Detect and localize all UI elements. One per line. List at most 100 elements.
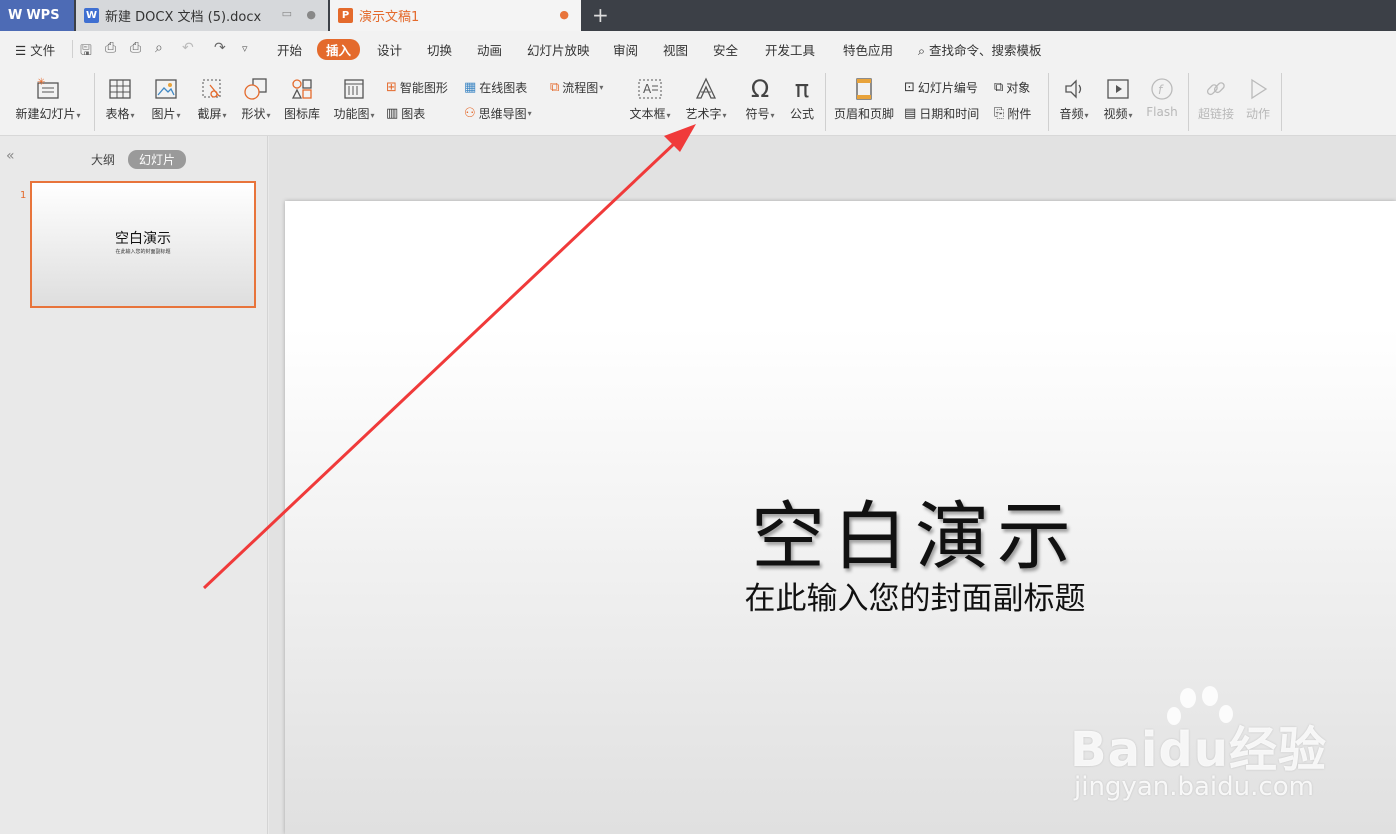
menu-design[interactable]: 设计 bbox=[377, 40, 402, 59]
flowchart-button[interactable]: ⧉ 流程图 ▾ bbox=[550, 79, 603, 96]
redo-icon[interactable]: ↷ bbox=[214, 40, 226, 56]
picture-icon bbox=[155, 79, 177, 99]
wordart-button[interactable]: 艺术字▾ bbox=[682, 77, 730, 122]
icon-library-button[interactable]: 图标库 bbox=[282, 77, 322, 122]
hyperlink-button[interactable]: 超链接 bbox=[1196, 77, 1236, 122]
textbox-icon: A bbox=[638, 79, 662, 99]
formula-label: 公式 bbox=[789, 107, 814, 121]
undo-icon[interactable]: ↶ bbox=[182, 40, 194, 56]
video-label: 视频 bbox=[1103, 107, 1128, 121]
chart-button[interactable]: ▥ 图表 bbox=[386, 105, 425, 122]
symbol-button[interactable]: Ω 符号▾ bbox=[740, 77, 780, 122]
menu-slideshow[interactable]: 幻灯片放映 bbox=[527, 40, 590, 59]
attachment-button[interactable]: ⎘ 附件 bbox=[994, 105, 1031, 122]
tab-wps-home[interactable]: W WPS bbox=[0, 0, 74, 31]
file-menu[interactable]: ☰ 文件 bbox=[15, 40, 55, 59]
insert-ribbon: ✳ 新建幻灯片▾ 表格▾ 图片▾ 截屏▾ 形状▾ 图标库 功能图▾ ⊞ 智能图形… bbox=[0, 67, 1396, 136]
header-footer-button[interactable]: 页眉和页脚 bbox=[832, 77, 896, 122]
slide-title-placeholder[interactable]: 空白演示 bbox=[285, 477, 1396, 584]
file-menu-label: 文件 bbox=[30, 43, 56, 58]
function-chart-button[interactable]: 功能图▾ bbox=[330, 77, 378, 122]
mindmap-button[interactable]: ⚇ 思维导图 ▾ bbox=[464, 105, 532, 122]
flash-button[interactable]: f Flash bbox=[1142, 77, 1182, 119]
flash-icon: f bbox=[1151, 78, 1173, 100]
mindmap-label: 思维导图 bbox=[478, 107, 527, 121]
mindmap-icon: ⚇ bbox=[464, 106, 476, 121]
menu-transition[interactable]: 切换 bbox=[427, 40, 452, 59]
symbol-label: 符号 bbox=[745, 107, 770, 121]
presentation-doc-icon: P bbox=[338, 8, 353, 23]
svg-text:A: A bbox=[643, 82, 652, 96]
textbox-button[interactable]: A 文本框▾ bbox=[626, 77, 674, 122]
header-footer-label: 页眉和页脚 bbox=[833, 107, 894, 121]
textbox-label: 文本框 bbox=[629, 107, 666, 121]
ribbon-separator bbox=[1188, 73, 1189, 131]
scissors-icon bbox=[202, 79, 221, 98]
tab-presentation[interactable]: P 演示文稿1 ● bbox=[330, 0, 581, 31]
link-icon bbox=[1206, 82, 1225, 96]
slide-number: 1 bbox=[20, 190, 27, 201]
shape-button[interactable]: 形状▾ bbox=[236, 77, 276, 122]
command-search[interactable]: ⌕ 查找命令、搜索模板 bbox=[918, 40, 1042, 59]
wordart-icon bbox=[695, 77, 717, 99]
menu-features[interactable]: 特色应用 bbox=[843, 40, 893, 59]
online-chart-icon: ▦ bbox=[464, 80, 477, 95]
slide-number-button[interactable]: ⊡ 幻灯片编号 bbox=[904, 79, 978, 96]
svg-text:f: f bbox=[1158, 83, 1164, 97]
print-icon[interactable]: ⎙ bbox=[130, 40, 141, 56]
flowchart-icon: ⧉ bbox=[550, 80, 560, 95]
slide-subtitle-placeholder[interactable]: 在此输入您的封面副标题 bbox=[285, 573, 1396, 618]
bar-chart-icon: ▥ bbox=[386, 106, 399, 121]
tab-slides[interactable]: 幻灯片 bbox=[128, 150, 187, 169]
unsaved-dot-icon[interactable]: ● bbox=[559, 8, 569, 21]
tab-outline[interactable]: 大纲 bbox=[91, 151, 115, 168]
watermark-text: Baidu经验 bbox=[1070, 722, 1327, 778]
audio-label: 音频 bbox=[1059, 107, 1084, 121]
new-slide-icon: ✳ bbox=[37, 77, 59, 99]
object-icon: ⧉ bbox=[994, 80, 1004, 95]
title-bar: W WPS W 新建 DOCX 文档 (5).docx ▭ ● P 演示文稿1 … bbox=[0, 0, 1396, 31]
table-label: 表格 bbox=[105, 107, 130, 121]
smart-shape-button[interactable]: ⊞ 智能图形 bbox=[386, 79, 448, 96]
menu-security[interactable]: 安全 bbox=[713, 40, 738, 59]
new-tab-button[interactable]: + bbox=[592, 3, 609, 27]
print-preview-icon[interactable]: ⎙ bbox=[105, 40, 116, 56]
icon-library-icon bbox=[291, 79, 312, 99]
tab-docx-document[interactable]: W 新建 DOCX 文档 (5).docx ▭ ● bbox=[76, 0, 328, 31]
table-button[interactable]: 表格▾ bbox=[100, 77, 140, 122]
picture-label: 图片 bbox=[151, 107, 176, 121]
video-button[interactable]: 视频▾ bbox=[1098, 77, 1138, 122]
tab-dot-icon[interactable]: ● bbox=[306, 8, 316, 21]
menu-separator bbox=[72, 40, 73, 58]
thumbnail-title: 空白演示 bbox=[115, 231, 171, 247]
slide-thumbnail[interactable]: 空白演示 在此输入您的封面副标题 bbox=[30, 181, 256, 308]
menu-home[interactable]: 开始 bbox=[277, 40, 302, 59]
monitor-icon[interactable]: ▭ bbox=[282, 7, 292, 20]
formula-button[interactable]: π 公式 bbox=[784, 77, 820, 122]
ribbon-separator bbox=[94, 73, 95, 131]
collapse-panel-icon[interactable]: « bbox=[6, 148, 15, 164]
header-footer-icon bbox=[856, 78, 872, 100]
date-time-button[interactable]: ▤ 日期和时间 bbox=[904, 105, 979, 122]
menu-insert[interactable]: 插入 bbox=[317, 39, 361, 60]
picture-button[interactable]: 图片▾ bbox=[146, 77, 186, 122]
screenshot-button[interactable]: 截屏▾ bbox=[192, 77, 232, 122]
menu-animation[interactable]: 动画 bbox=[477, 40, 502, 59]
new-slide-button[interactable]: ✳ 新建幻灯片▾ bbox=[10, 77, 86, 122]
online-chart-button[interactable]: ▦ 在线图表 bbox=[464, 79, 527, 96]
smart-shape-icon: ⊞ bbox=[386, 80, 397, 95]
find-icon[interactable]: ⌕ bbox=[155, 40, 163, 56]
paperclip-icon: ⎘ bbox=[994, 106, 1005, 121]
save-icon[interactable]: 🖫 bbox=[80, 40, 92, 64]
menu-view[interactable]: 视图 bbox=[663, 40, 688, 59]
slide-number-label: 幻灯片编号 bbox=[917, 81, 978, 95]
audio-button[interactable]: 音频▾ bbox=[1054, 77, 1094, 122]
action-button[interactable]: 动作 bbox=[1240, 77, 1276, 122]
customize-toolbar-icon[interactable]: ▿ bbox=[242, 42, 248, 55]
attachment-label: 附件 bbox=[1007, 107, 1032, 121]
new-slide-label: 新建幻灯片 bbox=[15, 107, 76, 121]
menu-review[interactable]: 审阅 bbox=[613, 40, 638, 59]
table-icon bbox=[109, 79, 131, 99]
object-button[interactable]: ⧉ 对象 bbox=[994, 79, 1030, 96]
menu-developer[interactable]: 开发工具 bbox=[765, 40, 815, 59]
